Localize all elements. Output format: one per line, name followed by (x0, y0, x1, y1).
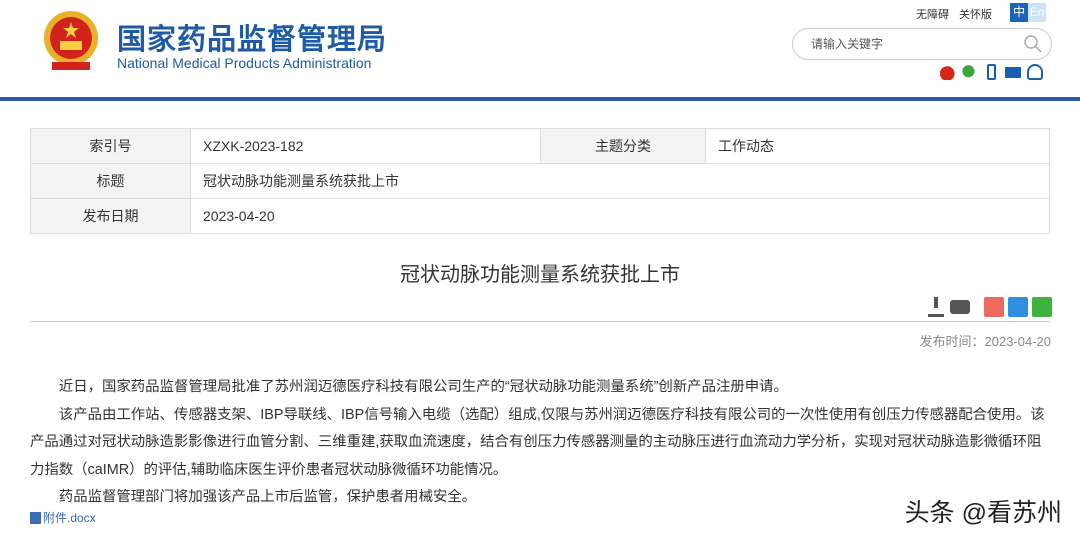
weibo-share-icon[interactable] (984, 297, 1004, 317)
accessibility-link[interactable]: 无障碍 (916, 9, 949, 21)
paragraph: 药品监督管理部门将加强该产品上市后监管，保护患者用械安全。 (58, 489, 477, 505)
date-value: 2023-04-20 (190, 198, 1050, 234)
header-divider (0, 97, 1080, 101)
meta-table: 索引号 XZXK-2023-182 主题分类 工作动态 标题 冠状动脉功能测量系统获批上… (30, 128, 1050, 234)
table-row: 标题 冠状动脉功能测量系统获批上市 (30, 163, 1050, 199)
search-input[interactable]: 请输入关键字 (792, 28, 1052, 60)
publish-time: 发布时间：2023-04-20 (919, 334, 1052, 349)
lang-zh-button[interactable]: 中 (1010, 3, 1028, 22)
site-subtitle: National Medical Products Administration (117, 55, 372, 71)
search-placeholder: 请输入关键字 (811, 37, 884, 51)
care-mode-link[interactable]: 关怀版 (959, 9, 992, 21)
article-body: 近日，国家药品监督管理局批准了苏州润迈德医疗科技有限公司生产的“冠状动脉功能测量… (30, 374, 1055, 512)
qzone-share-icon[interactable] (1008, 297, 1028, 317)
weibo-icon[interactable] (940, 64, 956, 80)
title-label: 标题 (30, 163, 191, 199)
wechat-icon[interactable] (962, 64, 978, 80)
attachment-link[interactable]: 附件.docx (30, 509, 96, 526)
site-title[interactable]: 国家药品监督管理局 (117, 16, 387, 58)
mobile-icon[interactable] (987, 64, 996, 80)
title-value: 冠状动脉功能测量系统获批上市 (190, 163, 1050, 199)
table-row: 发布日期 2023-04-20 (30, 198, 1050, 234)
print-icon[interactable] (950, 300, 970, 314)
search-icon[interactable] (1023, 34, 1043, 54)
lang-en-button[interactable]: En (1028, 3, 1046, 22)
date-label: 发布日期 (30, 198, 191, 234)
paragraph: 近日，国家药品监督管理局批准了苏州润迈德医疗科技有限公司生产的“冠状动脉功能测量… (58, 379, 788, 395)
index-value: XZXK-2023-182 (190, 128, 541, 164)
category-value: 工作动态 (705, 128, 1050, 164)
watermark: 头条 @看苏州 (904, 499, 1062, 527)
divider (30, 321, 1050, 322)
docx-file-icon (30, 511, 41, 524)
national-emblem-icon (44, 11, 98, 70)
category-label: 主题分类 (540, 128, 706, 164)
index-label: 索引号 (30, 128, 191, 164)
article-title: 冠状动脉功能测量系统获批上市 (400, 264, 680, 286)
paragraph: 该产品由工作站、传感器支架、IBP导联线、IBP信号输入电缆（选配）组成,仅限与… (30, 406, 1045, 478)
table-row: 索引号 XZXK-2023-182 主题分类 工作动态 (30, 128, 1050, 164)
email-icon[interactable] (1005, 67, 1021, 78)
wechat-share-icon[interactable] (1032, 297, 1052, 317)
user-icon[interactable] (1027, 64, 1043, 80)
attachment-name[interactable]: 附件.docx (43, 509, 96, 526)
download-icon[interactable] (926, 297, 946, 317)
